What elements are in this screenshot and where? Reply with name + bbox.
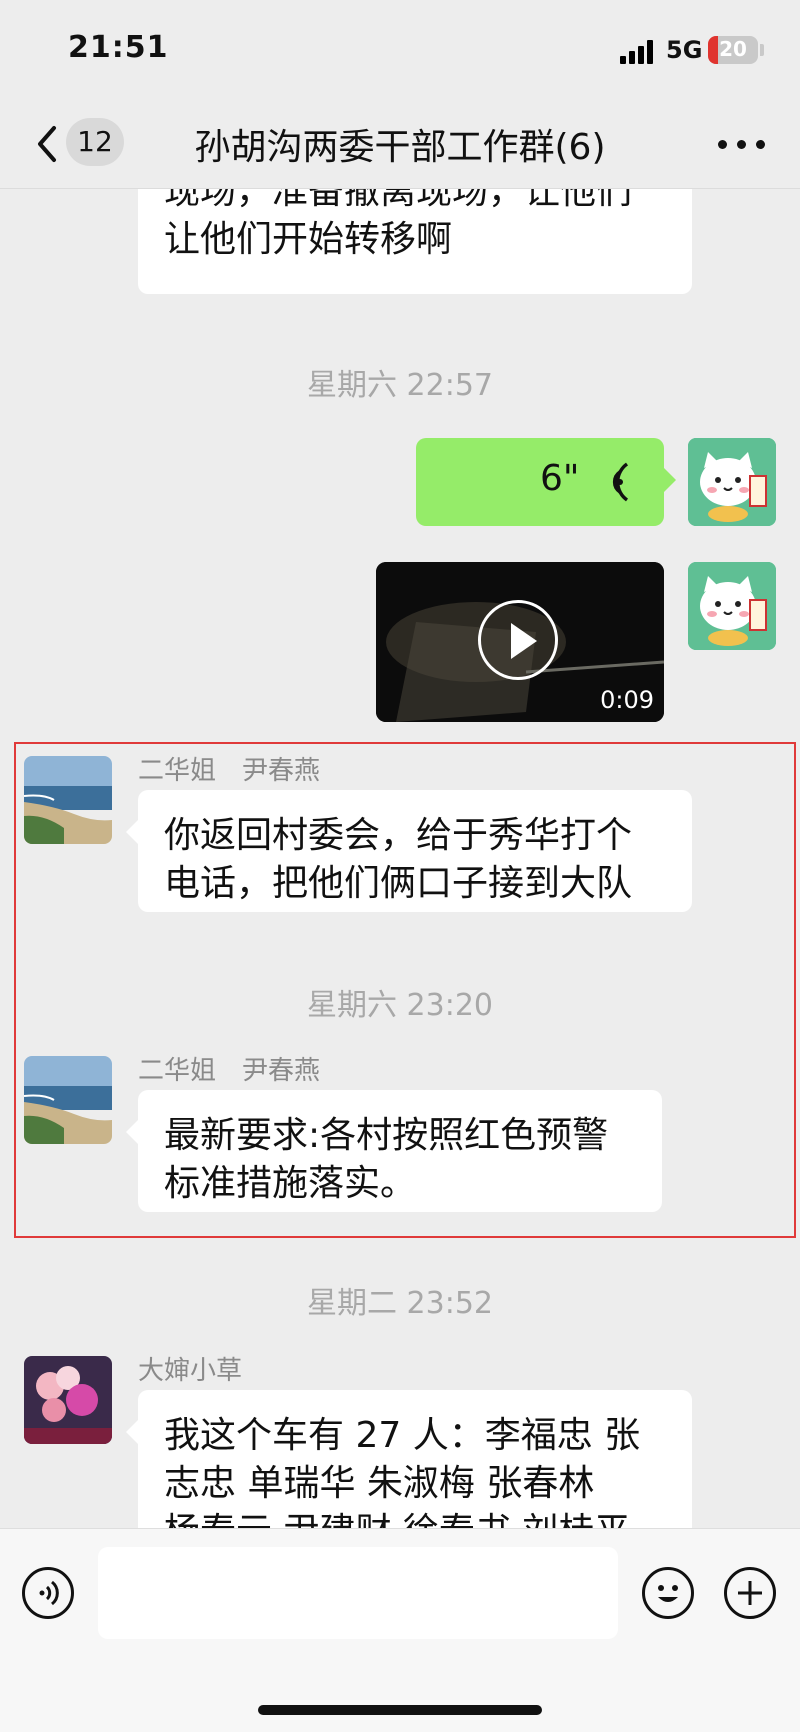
message-line: 杨春云 尹建财 徐春书 刘桂平 — [164, 1508, 666, 1528]
message-line: 你返回村委会，给于秀华打个 — [164, 815, 633, 856]
input-bar — [0, 1528, 800, 1732]
my-avatar[interactable] — [688, 438, 776, 526]
voice-input-icon[interactable] — [22, 1567, 74, 1619]
voice-wave-icon — [612, 462, 629, 502]
message-line: 最新要求:各村按照红色预警 — [164, 1115, 609, 1156]
message-bubble[interactable]: 现场，准备撤离现场，让他们 让他们开始转移啊 — [138, 188, 692, 294]
chat-title[interactable]: 孙胡沟两委干部工作群(6) — [140, 118, 660, 170]
message-timestamp: 星期二 23:52 — [307, 1286, 493, 1321]
chat-header: 12 孙胡沟两委干部工作群(6) — [0, 100, 800, 189]
message-timestamp: 星期六 23:20 — [307, 988, 493, 1023]
flowers-avatar-icon — [24, 1356, 112, 1444]
message-list[interactable]: 现场，准备撤离现场，让他们 让他们开始转移啊 星期六 22:57 6" 0:09… — [0, 188, 800, 1528]
chevron-left-icon[interactable] — [28, 118, 68, 170]
message-bubble[interactable]: 最新要求:各村按照红色预警 标准措施落实。 — [126, 1090, 662, 1212]
seascape-avatar-icon — [24, 756, 112, 844]
voice-message-bubble[interactable]: 6" — [416, 438, 676, 526]
status-bar: 21:51 5G 20 — [0, 0, 800, 100]
plus-icon[interactable] — [724, 1567, 776, 1619]
message-bubble[interactable]: 你返回村委会，给于秀华打个 电话，把他们俩口子接到大队 — [126, 790, 692, 912]
sender-nickname: 二华姐 — [138, 756, 217, 786]
cat-avatar-icon — [688, 562, 776, 650]
sender-name: 大婶小草 — [138, 1350, 242, 1387]
more-dots-icon[interactable] — [712, 120, 772, 164]
video-duration: 0:09 — [600, 686, 654, 714]
message-line: 让他们开始转移啊 — [164, 219, 453, 260]
voice-duration: 6" — [540, 458, 580, 499]
sender-avatar[interactable] — [24, 756, 112, 844]
home-indicator[interactable] — [258, 1705, 542, 1715]
message-bubble[interactable]: 我这个车有 27 人：李福忠 张 志忠 单瑞华 朱淑梅 张春林 杨春云 尹建财 … — [126, 1390, 692, 1528]
sender-name: 二华姐 尹春燕 — [138, 750, 320, 787]
message-input[interactable] — [98, 1547, 618, 1639]
network-type: 5G — [666, 36, 703, 64]
unread-count-badge[interactable]: 12 — [66, 118, 124, 166]
sender-avatar[interactable] — [24, 1356, 112, 1444]
message-line: 电话，把他们俩口子接到大队 — [164, 863, 633, 904]
sender-avatar[interactable] — [24, 1056, 112, 1144]
my-avatar[interactable] — [688, 562, 776, 650]
battery-level: 20 — [719, 37, 747, 61]
message-line: 我这个车有 27 人：李福忠 张 — [164, 1415, 641, 1456]
sender-group-alias: 尹春燕 — [242, 1056, 321, 1086]
message-line: 现场，准备撤离现场，让他们 — [164, 188, 633, 212]
message-line: 标准措施落实。 — [164, 1163, 417, 1204]
seascape-avatar-icon — [24, 1056, 112, 1144]
sender-nickname: 二华姐 — [138, 1056, 217, 1086]
battery-icon: 20 — [708, 36, 758, 64]
message-timestamp: 星期六 22:57 — [307, 368, 493, 403]
message-line: 志忠 单瑞华 朱淑梅 张春林 — [164, 1463, 595, 1504]
battery-tip — [760, 44, 764, 56]
video-message[interactable]: 0:09 — [376, 562, 664, 722]
play-icon[interactable] — [478, 600, 558, 680]
emoji-icon[interactable] — [642, 1567, 694, 1619]
sender-group-alias: 尹春燕 — [242, 756, 321, 786]
cellular-signal-icon — [620, 40, 656, 64]
status-time: 21:51 — [68, 30, 169, 65]
cat-avatar-icon — [688, 438, 776, 526]
sender-nickname: 大婶小草 — [138, 1356, 243, 1386]
sender-name: 二华姐 尹春燕 — [138, 1050, 320, 1087]
